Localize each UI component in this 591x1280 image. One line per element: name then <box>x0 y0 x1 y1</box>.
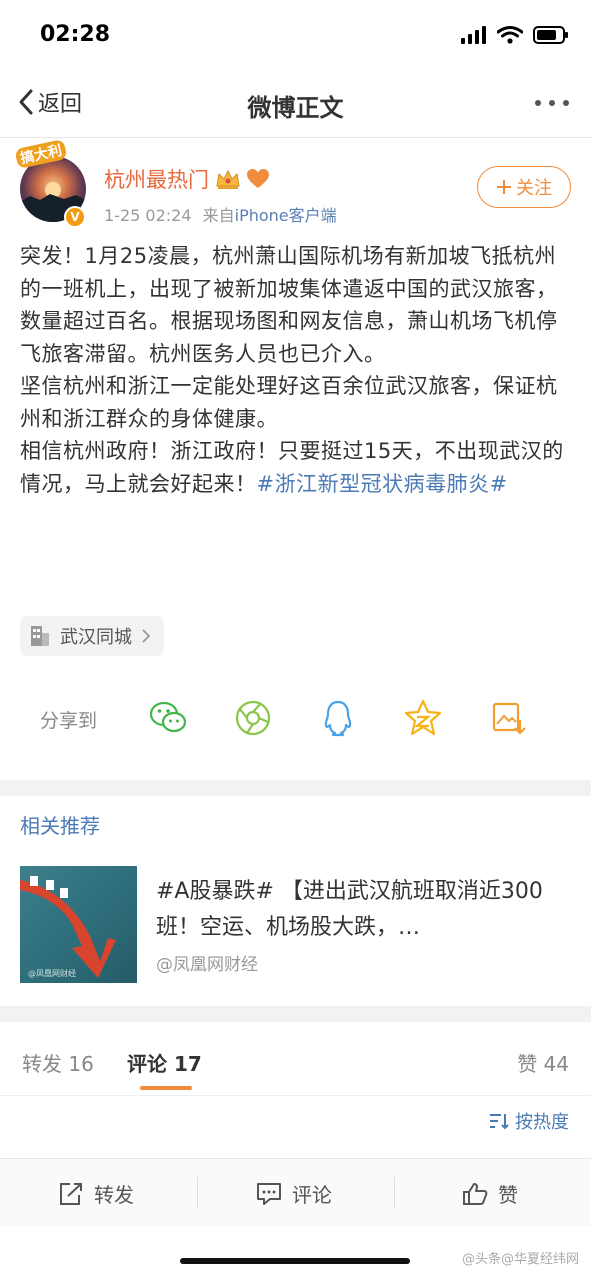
more-dot-icon <box>549 100 555 106</box>
share-label: 分享到 <box>40 710 98 732</box>
wechat-icon[interactable] <box>148 698 188 738</box>
chevron-right-icon <box>142 629 150 643</box>
more-options-button[interactable] <box>535 100 569 106</box>
bottom-divider <box>197 1177 198 1209</box>
post-paragraph: 突发！1月25凌晨，杭州萧山国际机场有新加坡飞抵杭州的一班机上，出现了被新加坡集… <box>20 244 558 366</box>
status-time: 02:28 <box>40 22 111 47</box>
battery-icon <box>533 26 568 44</box>
post-header: 搞大利 V 杭州最热门 1-25 02:24 来自iPhone客户端 关注 <box>0 139 591 230</box>
share-row: 分享到 <box>0 692 591 744</box>
status-icons <box>461 26 569 44</box>
building-icon <box>31 626 49 646</box>
username[interactable]: 杭州最热门 <box>104 164 269 194</box>
qzone-icon[interactable] <box>403 698 443 738</box>
repost-button[interactable]: 转发 <box>58 1179 134 1208</box>
comment-icon <box>257 1182 281 1205</box>
post-body: 突发！1月25凌晨，杭州萧山国际机场有新加坡飞抵杭州的一班机上，出现了被新加坡集… <box>20 240 572 500</box>
post-source[interactable]: iPhone客户端 <box>235 206 337 225</box>
sort-icon <box>490 1114 509 1130</box>
more-dot-icon <box>563 100 569 106</box>
post-meta: 1-25 02:24 来自iPhone客户端 <box>104 202 337 226</box>
location-label: 武汉同城 <box>60 627 132 648</box>
more-dot-icon <box>535 100 541 106</box>
cellular-signal-icon <box>461 26 486 44</box>
post-paragraph: 相信杭州政府！浙江政府！只要挺过15天，不出现武汉的情况，马上就会好起来！#浙江… <box>20 435 572 500</box>
tab-comments[interactable]: 评论 17 <box>127 1048 202 1077</box>
moments-icon[interactable] <box>233 698 273 738</box>
verified-badge-icon: V <box>64 206 86 228</box>
post-source-prefix: 来自 <box>202 206 235 225</box>
watermark: @头条@华夏经纬网 <box>461 1252 579 1267</box>
qq-icon[interactable] <box>318 698 358 738</box>
follow-label: 关注 <box>516 178 552 199</box>
comment-button[interactable]: 评论 <box>256 1179 332 1208</box>
related-thumbnail: @凤凰网财经 <box>20 866 137 983</box>
plus-icon <box>497 180 511 194</box>
wifi-icon <box>497 26 523 44</box>
post-date: 1-25 02:24 <box>104 206 192 225</box>
tab-likes[interactable]: 赞 44 <box>517 1048 569 1077</box>
save-image-icon[interactable] <box>488 698 528 738</box>
sort-label: 按热度 <box>515 1112 569 1133</box>
username-text: 杭州最热门 <box>104 168 209 192</box>
status-bar: 02:28 <box>0 0 591 72</box>
bottom-divider <box>394 1177 395 1209</box>
like-label: 赞 <box>498 1183 518 1207</box>
related-card[interactable]: @凤凰网财经 #A股暴跌# 【进出武汉航班取消近300班！空运、机场股大跌，… … <box>20 866 571 984</box>
svg-text:@凤凰网财经: @凤凰网财经 <box>28 968 76 978</box>
active-tab-indicator <box>140 1086 192 1090</box>
thumbs-up-icon <box>463 1182 488 1205</box>
falling-chart-image: @凤凰网财经 <box>20 876 116 978</box>
section-divider <box>0 1006 591 1022</box>
page-title: 微博正文 <box>247 94 344 122</box>
repost-label: 转发 <box>94 1183 134 1207</box>
like-button[interactable]: 赞 <box>462 1179 518 1208</box>
sort-button[interactable]: 按热度 <box>489 1108 569 1134</box>
heart-icon <box>247 169 269 188</box>
section-divider <box>0 780 591 796</box>
repost-icon <box>60 1182 82 1205</box>
follow-button[interactable]: 关注 <box>477 166 571 208</box>
post-paragraph: 坚信杭州和浙江一定能处理好这百余位武汉旅客，保证杭州和浙江群众的身体健康。 <box>20 374 558 431</box>
interaction-tabs: 转发 16 评论 17 赞 44 <box>0 1026 591 1096</box>
home-indicator <box>180 1258 410 1264</box>
bottom-action-bar: 转发 评论 赞 <box>0 1158 591 1226</box>
hashtag-link[interactable]: #浙江新型冠状病毒肺炎# <box>257 472 508 496</box>
related-source: @凤凰网财经 <box>156 955 258 975</box>
related-headline: #A股暴跌# 【进出武汉航班取消近300班！空运、机场股大跌，… <box>156 879 543 940</box>
related-section-title: 相关推荐 <box>20 814 100 838</box>
crown-icon <box>216 169 240 189</box>
tab-reposts[interactable]: 转发 16 <box>22 1048 94 1077</box>
nav-bar: 返回 微博正文 <box>0 72 591 138</box>
location-chip[interactable]: 武汉同城 <box>20 616 164 656</box>
comment-label: 评论 <box>292 1183 332 1207</box>
